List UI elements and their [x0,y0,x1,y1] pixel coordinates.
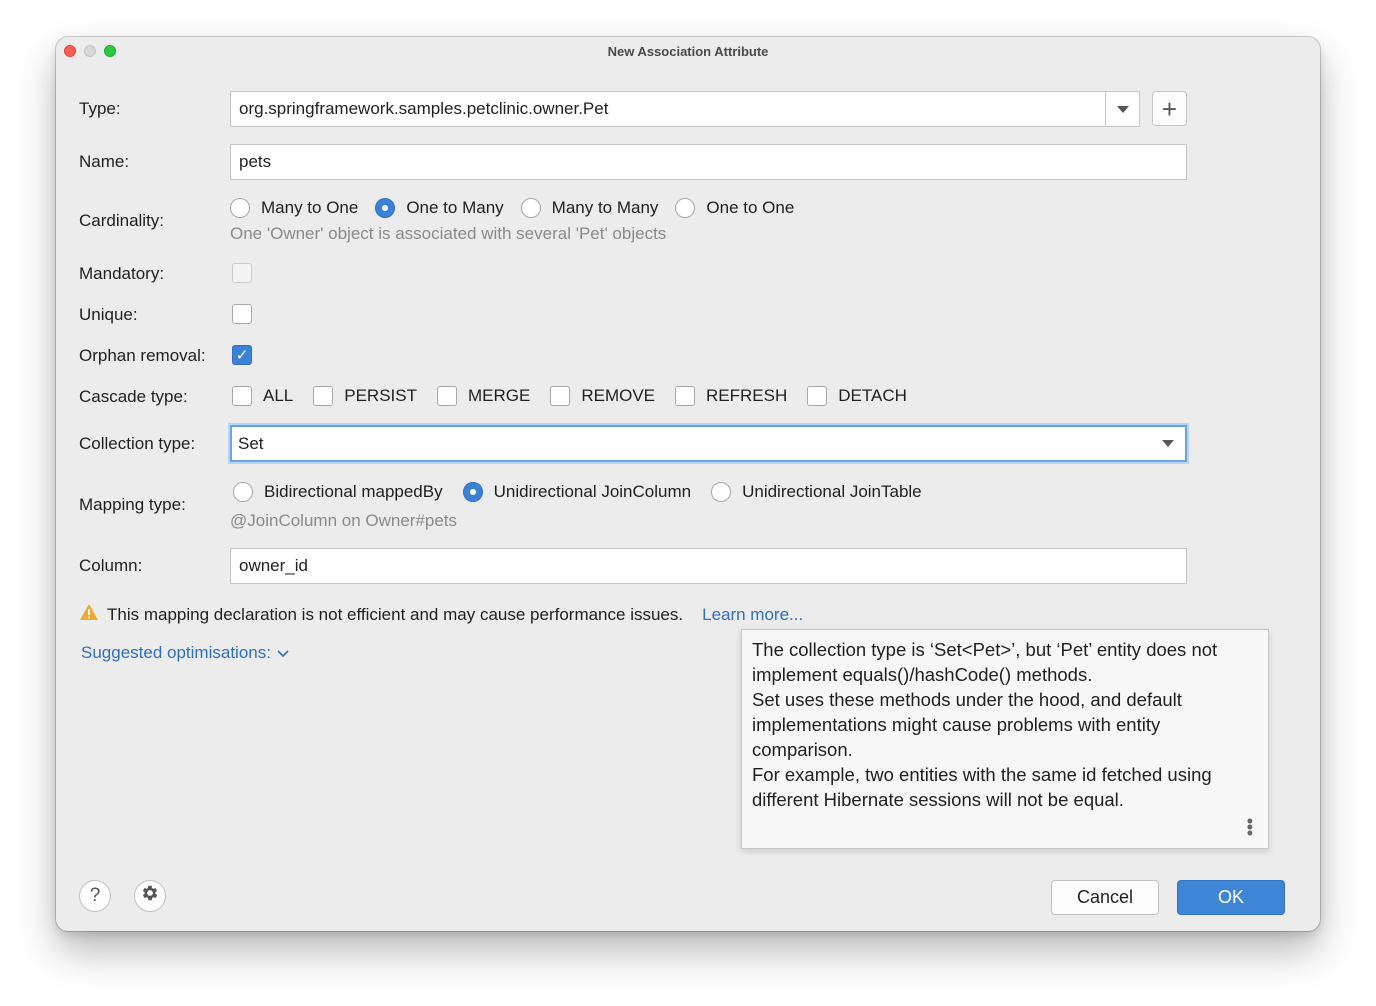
mapping-type-label: Mapping type: [79,495,186,514]
checkbox-icon [807,386,828,406]
radio-selected-icon [462,482,483,502]
checkbox-icon [437,386,457,406]
type-value: org.springframework.samples.petclinic.ow… [239,99,609,118]
type-combobox[interactable]: org.springframework.samples.petclinic.ow… [230,91,1140,127]
cascade-merge-checkbox[interactable]: MERGE [437,386,530,406]
gear-icon [140,883,160,909]
cascade-type-label: Cascade type: [79,387,188,406]
type-dropdown-button[interactable] [1105,92,1139,126]
more-options-icon[interactable]: • • • [1247,812,1253,842]
cardinality-one-to-one[interactable]: One to One [675,198,794,218]
checkmark-icon: ✓ [235,347,249,364]
cascade-refresh-checkbox[interactable]: REFRESH [675,386,787,406]
learn-more-link[interactable]: Learn more... [702,605,803,625]
checkbox-icon [550,386,571,406]
orphan-removal-label: Orphan removal: [79,346,206,365]
tooltip-paragraph: The collection type is ‘Set<Pet>’, but ‘… [752,639,1218,685]
radio-icon [233,482,253,502]
name-label: Name: [79,152,130,171]
cardinality-label: Cardinality: [79,211,165,230]
checkbox-icon [232,386,252,406]
checkbox-icon [313,386,334,406]
mapping-type-hint: @JoinColumn on Owner#pets [230,511,458,530]
unique-label: Unique: [79,305,138,324]
column-input[interactable]: owner_id [230,548,1187,584]
collection-type-combobox[interactable]: Set [230,425,1187,462]
ok-button[interactable]: OK [1177,880,1285,915]
type-label: Type: [79,99,121,118]
add-type-button[interactable]: + [1152,91,1187,126]
name-input[interactable]: pets [230,144,1187,180]
tooltip-paragraph: Set uses these methods under the hood, a… [752,689,1182,760]
help-icon: ? [89,885,101,906]
tooltip-paragraph: For example, two entities with the same … [752,764,1212,810]
dialog-window: New Association Attribute Type: org.spri… [56,37,1320,931]
cascade-all-checkbox[interactable]: ALL [232,386,293,406]
cascade-persist-checkbox[interactable]: PERSIST [313,386,417,406]
mapping-type-options: Bidirectional mappedBy Unidirectional Jo… [233,482,939,502]
radio-icon [711,482,732,502]
help-button[interactable]: ? [79,880,111,912]
performance-warning: This mapping declaration is not efficien… [79,603,803,626]
mapping-unidirectional-joincolumn[interactable]: Unidirectional JoinColumn [462,482,691,502]
chevron-down-icon [1116,105,1129,113]
title-bar: New Association Attribute [56,37,1320,65]
window-title: New Association Attribute [607,44,769,59]
chevron-down-icon [277,643,289,663]
cardinality-one-to-many[interactable]: One to Many [375,198,504,218]
column-label: Column: [79,556,143,575]
collection-type-value: Set [238,434,264,453]
radio-selected-icon [375,198,396,218]
collection-type-label: Collection type: [79,434,196,453]
settings-button[interactable] [134,880,166,912]
plus-icon: + [1161,93,1178,124]
cardinality-options: Many to One One to Many Many to Many One… [230,198,811,218]
mapping-bidirectional-mappedby[interactable]: Bidirectional mappedBy [233,482,443,502]
checkbox-icon [675,386,696,406]
mandatory-checkbox[interactable] [232,263,252,283]
warning-text: This mapping declaration is not efficien… [107,604,684,624]
learn-more-tooltip: The collection type is ‘Set<Pet>’, but ‘… [741,629,1269,849]
cascade-detach-checkbox[interactable]: DETACH [807,386,907,406]
cardinality-many-to-one[interactable]: Many to One [230,198,358,218]
unique-checkbox[interactable] [232,304,252,324]
orphan-removal-checkbox[interactable]: ✓ [232,345,252,365]
cardinality-many-to-many[interactable]: Many to Many [520,198,658,218]
radio-icon [230,198,250,218]
radio-icon [675,198,696,218]
cascade-remove-checkbox[interactable]: REMOVE [550,386,655,406]
cascade-options: ALL PERSIST MERGE REMOVE REFRESH DETACH [232,386,927,406]
suggested-optimisations-label: Suggested optimisations: [81,643,271,662]
warning-icon [79,603,99,626]
mandatory-label: Mandatory: [79,264,165,283]
mapping-unidirectional-jointable[interactable]: Unidirectional JoinTable [711,482,922,502]
cardinality-hint: One 'Owner' object is associated with se… [230,224,667,243]
collection-type-dropdown-button[interactable] [1151,427,1185,460]
chevron-down-icon [1162,440,1174,447]
suggested-optimisations-toggle[interactable]: Suggested optimisations: [81,643,289,663]
cancel-button[interactable]: Cancel [1051,880,1159,915]
radio-icon [520,198,541,218]
